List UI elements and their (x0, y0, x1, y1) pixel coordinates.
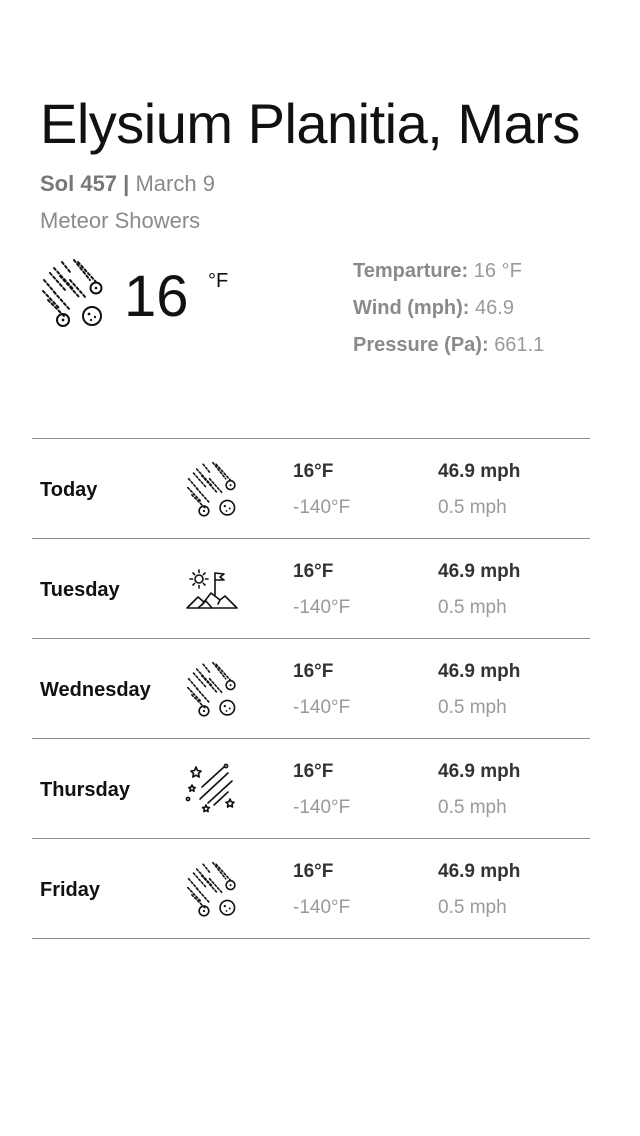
forecast-day: Wednesday (40, 679, 151, 701)
forecast-high: 16°F (293, 861, 334, 882)
stat-label: Pressure (Pa): (353, 334, 489, 356)
forecast-low: -140°F (293, 897, 351, 918)
current-stats: Temparture: 16 °F Wind (mph): 46.9 Press… (353, 258, 544, 369)
date-separator: | (123, 171, 130, 196)
forecast-high: 16°F (293, 561, 334, 582)
forecast-row-wednesday[interactable]: Wednesday 16°F -140°F 46.9 mph 0.5 mph (32, 638, 590, 738)
forecast-day: Today (40, 479, 98, 501)
meteor-shower-icon (40, 258, 106, 330)
forecast-row-tuesday[interactable]: Tuesday 16°F -140°F 46.9 mph 0.5 mph (32, 538, 590, 638)
stat-label: Wind (mph): (353, 297, 470, 319)
meteor-shower-icon (184, 861, 240, 919)
meteor-shower-icon (184, 461, 240, 519)
stat-value: 16 °F (473, 260, 522, 282)
current-temperature: 16 (124, 264, 189, 329)
stat-pressure: Pressure (Pa): 661.1 (353, 332, 544, 369)
forecast-row-thursday[interactable]: Thursday 16°F -140°F 46.9 mph 0.5 mph (32, 738, 590, 838)
forecast-low: -140°F (293, 797, 351, 818)
sunny-landscape-flag-icon (184, 561, 240, 619)
stat-value: 46.9 (475, 297, 514, 319)
forecast-wind-min: 0.5 mph (438, 897, 507, 918)
forecast-day: Friday (40, 879, 101, 901)
weather-condition: Meteor Showers (40, 208, 201, 233)
sol-number: Sol 457 (40, 171, 118, 196)
forecast-day: Thursday (40, 779, 131, 801)
forecast-high: 16°F (293, 661, 334, 682)
forecast-wind-min: 0.5 mph (438, 697, 507, 718)
forecast-high: 16°F (293, 461, 334, 482)
forecast-day: Tuesday (40, 579, 120, 601)
stat-temperature: Temparture: 16 °F (353, 258, 544, 295)
starry-streaks-icon (184, 761, 240, 819)
forecast-high: 16°F (293, 761, 334, 782)
location-title: Elysium Planitia, Mars (40, 92, 580, 155)
stat-label: Temparture: (353, 260, 469, 282)
forecast-wind-min: 0.5 mph (438, 597, 507, 618)
forecast-table: Today 16°F -140°F 46.9 mph 0.5 mph Tuesd… (32, 438, 590, 939)
forecast-wind-max: 46.9 mph (438, 861, 521, 882)
meteor-shower-icon (184, 661, 240, 719)
forecast-wind-min: 0.5 mph (438, 497, 507, 518)
earth-date: March 9 (135, 171, 215, 196)
forecast-row-friday[interactable]: Friday 16°F -140°F 46.9 mph 0.5 mph (32, 838, 590, 939)
forecast-row-today[interactable]: Today 16°F -140°F 46.9 mph 0.5 mph (32, 438, 590, 538)
forecast-wind-min: 0.5 mph (438, 797, 507, 818)
stat-wind: Wind (mph): 46.9 (353, 295, 544, 332)
forecast-low: -140°F (293, 497, 351, 518)
forecast-wind-max: 46.9 mph (438, 461, 521, 482)
forecast-low: -140°F (293, 597, 351, 618)
date-line: Sol 457 | March 9 (40, 170, 215, 198)
forecast-low: -140°F (293, 697, 351, 718)
stat-value: 661.1 (494, 334, 545, 356)
forecast-wind-max: 46.9 mph (438, 761, 521, 782)
temperature-unit: °F (208, 270, 229, 292)
forecast-wind-max: 46.9 mph (438, 561, 521, 582)
forecast-wind-max: 46.9 mph (438, 661, 521, 682)
